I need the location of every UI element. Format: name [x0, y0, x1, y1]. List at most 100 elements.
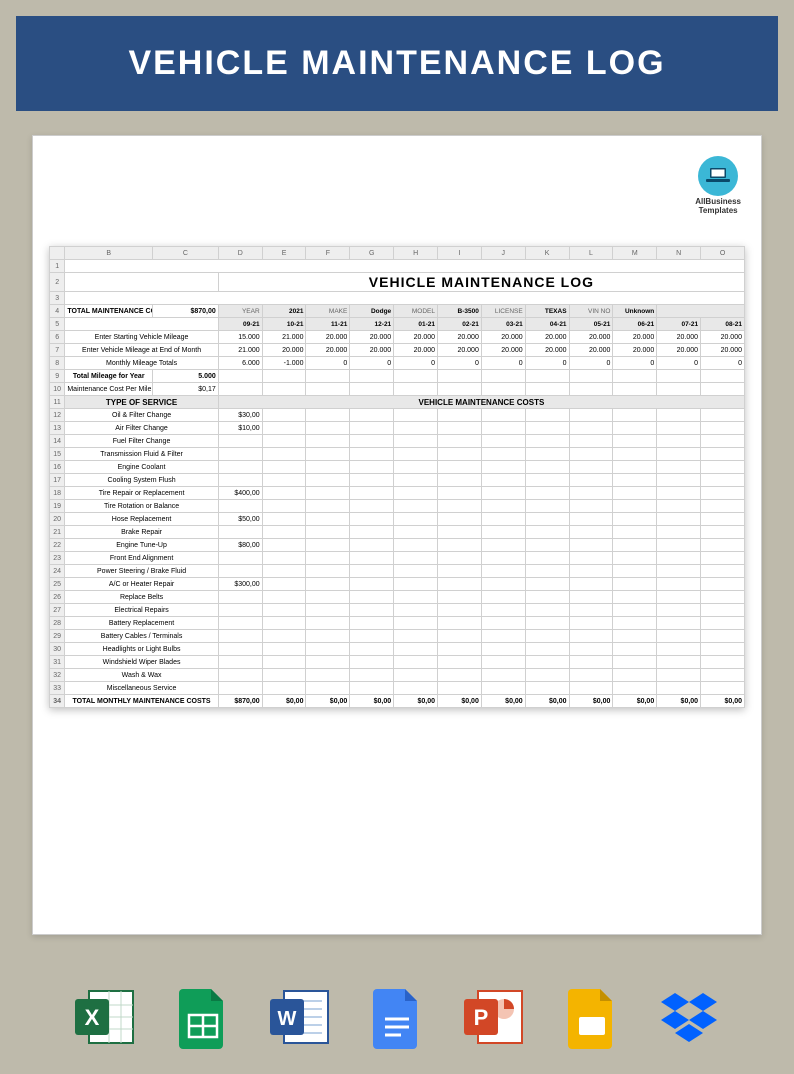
cell: [262, 682, 306, 695]
cell: [262, 474, 306, 487]
laptop-icon: [698, 156, 738, 196]
cell: [262, 656, 306, 669]
cell: K: [525, 247, 569, 260]
cell: [306, 617, 350, 630]
cell: [525, 526, 569, 539]
cell: [306, 565, 350, 578]
cell: 27: [50, 604, 65, 617]
google-docs-icon: [365, 985, 429, 1054]
cell: 31: [50, 656, 65, 669]
cell: [350, 435, 394, 448]
cell: 23: [50, 552, 65, 565]
cell: 20.000: [438, 331, 482, 344]
cell: 20.000: [569, 344, 613, 357]
cell: [394, 383, 438, 396]
cell: [613, 435, 657, 448]
cell: 10: [50, 383, 65, 396]
cell: [394, 461, 438, 474]
cell: O: [701, 247, 745, 260]
cell: [350, 526, 394, 539]
cell: [438, 617, 482, 630]
cell: [262, 604, 306, 617]
cell: [613, 604, 657, 617]
cell: [701, 669, 745, 682]
cell: 20.000: [525, 344, 569, 357]
cell: [525, 513, 569, 526]
cell: [262, 422, 306, 435]
cell: [438, 422, 482, 435]
cell: $0,00: [525, 695, 569, 708]
cell: Engine Coolant: [65, 461, 218, 474]
cell: [613, 383, 657, 396]
cell: 9: [50, 370, 65, 383]
cell: 08-21: [701, 318, 745, 331]
cell: [262, 591, 306, 604]
cell: Transmission Fluid & Filter: [65, 448, 218, 461]
cell: [218, 630, 262, 643]
cell: [525, 656, 569, 669]
cell: [394, 656, 438, 669]
cell: [350, 617, 394, 630]
cell: 20.000: [306, 331, 350, 344]
cell: [394, 591, 438, 604]
cell: 4: [50, 305, 65, 318]
cell: Tire Repair or Replacement: [65, 487, 218, 500]
cell: MAKE: [306, 305, 350, 318]
cell: 20: [50, 513, 65, 526]
cell: [525, 539, 569, 552]
cell: [350, 539, 394, 552]
cell: 11-21: [306, 318, 350, 331]
cell: [262, 370, 306, 383]
cell: [438, 474, 482, 487]
cell: [525, 643, 569, 656]
cell: [438, 526, 482, 539]
cell: [525, 409, 569, 422]
cell: [657, 526, 701, 539]
svg-text:P: P: [474, 1005, 489, 1030]
cell: [262, 630, 306, 643]
cell: A/C or Heater Repair: [65, 578, 218, 591]
cell: [394, 565, 438, 578]
cell: [657, 422, 701, 435]
cell: [569, 500, 613, 513]
cell: [438, 630, 482, 643]
cell: $50,00: [218, 513, 262, 526]
cell: [657, 565, 701, 578]
cell: [701, 565, 745, 578]
cell: [481, 513, 525, 526]
cell: [657, 591, 701, 604]
cell: -1.000: [262, 357, 306, 370]
cell: 8: [50, 357, 65, 370]
google-slides-icon: [560, 985, 624, 1054]
cell: [394, 474, 438, 487]
cell: [701, 409, 745, 422]
cell: [438, 370, 482, 383]
cell: 5.000: [153, 370, 219, 383]
cell: 0: [613, 357, 657, 370]
cell: [350, 578, 394, 591]
cell: $80,00: [218, 539, 262, 552]
cell: [525, 448, 569, 461]
cell: [613, 682, 657, 695]
cell: [613, 422, 657, 435]
cell: [218, 435, 262, 448]
cell: [657, 578, 701, 591]
cell: [613, 500, 657, 513]
cell: Oil & Filter Change: [65, 409, 218, 422]
cell: [613, 669, 657, 682]
cell: [569, 617, 613, 630]
cell: [438, 539, 482, 552]
cell: [657, 500, 701, 513]
cell: [701, 617, 745, 630]
cell: [657, 539, 701, 552]
cell: [481, 500, 525, 513]
cell: [394, 669, 438, 682]
header-title: VEHICLE MAINTENANCE LOG: [128, 44, 665, 82]
cell: 0: [525, 357, 569, 370]
cell: $0,00: [569, 695, 613, 708]
cell: [306, 370, 350, 383]
cell: 0: [481, 357, 525, 370]
cell: G: [350, 247, 394, 260]
dropbox-icon: [657, 985, 721, 1054]
cell: [701, 474, 745, 487]
